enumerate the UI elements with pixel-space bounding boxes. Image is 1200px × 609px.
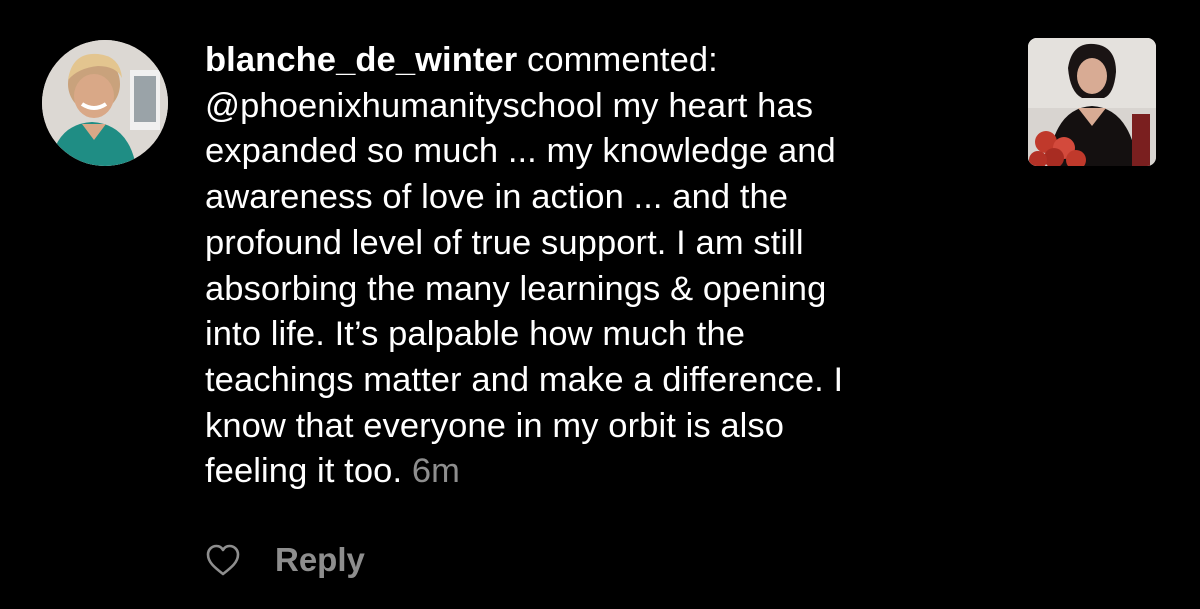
comment-last-line: feeling it too. 6m [205,449,1005,495]
comment-body: blanche_de_winter commented: @phoenixhum… [205,38,1005,495]
commenter-avatar[interactable] [42,40,168,166]
thumbnail-photo [1028,38,1156,166]
comment-line: expanded so much ... my knowledge and [205,132,836,171]
comment-timestamp: 6m [411,452,460,491]
comment-header: blanche_de_winter commented: [205,38,1005,84]
comment-line: profound level of true support. I am sti… [205,223,804,262]
comment-action-text: commented: [527,41,718,79]
reply-button[interactable]: Reply [275,541,365,579]
comment-line: feeling it too. [205,452,403,491]
post-thumbnail[interactable] [1028,38,1156,166]
comment-line: teachings matter and make a difference. … [205,360,844,399]
comment-line: into life. It’s palpable how much the [205,315,746,354]
comment-line: absorbing the many learnings & opening [205,269,827,308]
username-link[interactable]: blanche_de_winter [205,41,517,79]
heart-outline-icon[interactable] [205,543,241,577]
comment-line: know that everyone in my orbit is also [205,406,785,445]
comment-line: awareness of love in action ... and the [205,178,789,217]
comment-line: @phoenixhumanityschool my heart has [205,86,814,125]
comment-actions: Reply [205,535,365,585]
avatar-photo [42,40,168,166]
